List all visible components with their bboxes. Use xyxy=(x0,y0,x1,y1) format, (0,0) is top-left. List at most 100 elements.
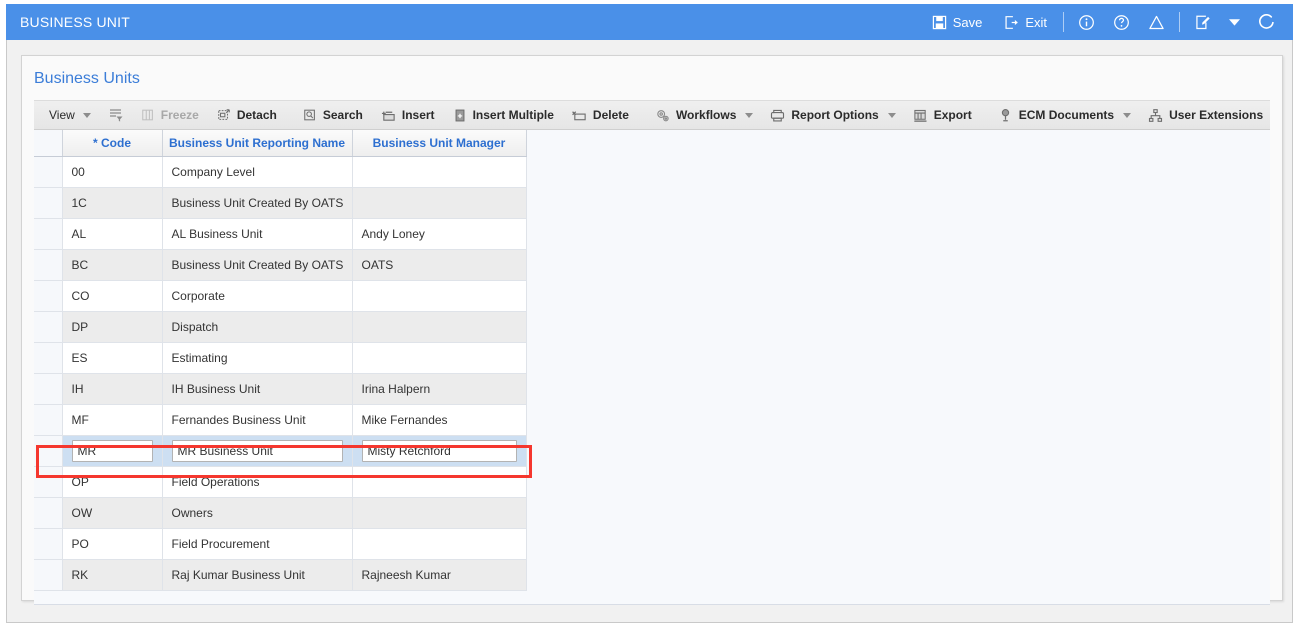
table-row[interactable]: ES Estimating xyxy=(34,342,526,373)
cell-code[interactable]: 1C xyxy=(62,187,162,218)
table-row[interactable]: DP Dispatch xyxy=(34,311,526,342)
table-row[interactable]: 1C Business Unit Created By OATS xyxy=(34,187,526,218)
cell-name[interactable]: Field Operations xyxy=(162,466,352,497)
table-row[interactable]: RK Raj Kumar Business Unit Rajneesh Kuma… xyxy=(34,559,526,590)
cell-manager[interactable] xyxy=(352,528,526,559)
table-row[interactable]: BC Business Unit Created By OATS OATS xyxy=(34,249,526,280)
cell-manager-editing[interactable] xyxy=(352,435,526,466)
row-selector-cell[interactable] xyxy=(34,280,62,311)
cell-manager[interactable] xyxy=(352,466,526,497)
cell-name[interactable]: Business Unit Created By OATS xyxy=(162,187,352,218)
cell-name[interactable]: Company Level xyxy=(162,156,352,187)
ecm-documents-button[interactable]: ECM Documents xyxy=(989,102,1123,128)
detach-button[interactable]: Detach xyxy=(208,102,286,128)
cell-code[interactable]: AL xyxy=(62,218,162,249)
row-selector-cell[interactable] xyxy=(34,218,62,249)
refresh-button[interactable] xyxy=(1249,4,1285,40)
row-selector-cell[interactable] xyxy=(34,435,62,466)
table-row[interactable]: IH IH Business Unit Irina Halpern xyxy=(34,373,526,404)
table-row[interactable]: CO Corporate xyxy=(34,280,526,311)
query-by-example-button[interactable] xyxy=(108,102,124,128)
table-row[interactable]: AL AL Business Unit Andy Loney xyxy=(34,218,526,249)
cell-code[interactable]: IH xyxy=(62,373,162,404)
cell-manager[interactable] xyxy=(352,280,526,311)
ecm-documents-dropdown[interactable] xyxy=(1123,102,1131,128)
cell-code[interactable]: BC xyxy=(62,249,162,280)
workflows-dropdown[interactable] xyxy=(745,102,753,128)
table-row[interactable]: OP Field Operations xyxy=(34,466,526,497)
info-button[interactable] xyxy=(1069,4,1104,40)
cell-name[interactable]: Business Unit Created By OATS xyxy=(162,249,352,280)
cell-manager[interactable] xyxy=(352,342,526,373)
cell-name[interactable]: Raj Kumar Business Unit xyxy=(162,559,352,590)
insert-button[interactable]: Insert xyxy=(372,102,444,128)
cell-code[interactable]: RK xyxy=(62,559,162,590)
cell-code[interactable]: OP xyxy=(62,466,162,497)
warning-button[interactable] xyxy=(1139,4,1174,40)
cell-manager[interactable]: OATS xyxy=(352,249,526,280)
cell-manager[interactable] xyxy=(352,497,526,528)
save-icon xyxy=(932,15,947,30)
delete-button[interactable]: Delete xyxy=(563,102,638,128)
column-header-manager[interactable]: Business Unit Manager xyxy=(352,130,526,156)
cell-code-editing[interactable] xyxy=(62,435,162,466)
row-selector-cell[interactable] xyxy=(34,559,62,590)
report-options-dropdown[interactable] xyxy=(888,102,896,128)
cell-manager[interactable] xyxy=(352,187,526,218)
row-selector-cell[interactable] xyxy=(34,311,62,342)
help-button[interactable] xyxy=(1104,4,1139,40)
edit-note-dropdown[interactable] xyxy=(1220,4,1249,40)
cell-manager[interactable]: Andy Loney xyxy=(352,218,526,249)
row-selector-cell[interactable] xyxy=(34,466,62,497)
table-row[interactable]: 00 Company Level xyxy=(34,156,526,187)
row-selector-cell[interactable] xyxy=(34,528,62,559)
row-selector-cell[interactable] xyxy=(34,156,62,187)
table-row[interactable]: PO Field Procurement xyxy=(34,528,526,559)
cell-code[interactable]: MF xyxy=(62,404,162,435)
view-menu-button[interactable]: View xyxy=(40,102,100,128)
table-row[interactable]: MF Fernandes Business Unit Mike Fernande… xyxy=(34,404,526,435)
cell-name[interactable]: IH Business Unit xyxy=(162,373,352,404)
row-selector-cell[interactable] xyxy=(34,497,62,528)
row-selector-cell[interactable] xyxy=(34,404,62,435)
column-header-code[interactable]: * Code xyxy=(62,130,162,156)
insert-multiple-button[interactable]: Insert Multiple xyxy=(444,102,563,128)
code-input[interactable] xyxy=(72,440,153,462)
cell-name[interactable]: Field Procurement xyxy=(162,528,352,559)
cell-code[interactable]: OW xyxy=(62,497,162,528)
manager-input[interactable] xyxy=(362,440,517,462)
cell-code[interactable]: ES xyxy=(62,342,162,373)
cell-manager[interactable] xyxy=(352,311,526,342)
search-button[interactable]: Search xyxy=(294,102,372,128)
cell-name[interactable]: AL Business Unit xyxy=(162,218,352,249)
cell-name[interactable]: Estimating xyxy=(162,342,352,373)
table-row-selected[interactable] xyxy=(34,435,526,466)
cell-name[interactable]: Owners xyxy=(162,497,352,528)
row-selector-cell[interactable] xyxy=(34,187,62,218)
report-options-button[interactable]: Report Options xyxy=(761,102,887,128)
user-extensions-button[interactable]: User Extensions xyxy=(1139,102,1272,128)
cell-name[interactable]: Fernandes Business Unit xyxy=(162,404,352,435)
table-row[interactable]: OW Owners xyxy=(34,497,526,528)
cell-code[interactable]: DP xyxy=(62,311,162,342)
cell-manager[interactable]: Irina Halpern xyxy=(352,373,526,404)
cell-code[interactable]: PO xyxy=(62,528,162,559)
row-selector-cell[interactable] xyxy=(34,342,62,373)
cell-manager[interactable]: Mike Fernandes xyxy=(352,404,526,435)
cell-code[interactable]: CO xyxy=(62,280,162,311)
row-selector-cell[interactable] xyxy=(34,249,62,280)
workflows-button[interactable]: Workflows xyxy=(646,102,745,128)
cell-name[interactable]: Corporate xyxy=(162,280,352,311)
edit-note-button[interactable] xyxy=(1185,4,1220,40)
cell-manager[interactable] xyxy=(352,156,526,187)
row-selector-cell[interactable] xyxy=(34,373,62,404)
cell-name-editing[interactable] xyxy=(162,435,352,466)
save-button[interactable]: Save xyxy=(921,4,994,40)
reporting-name-input[interactable] xyxy=(172,440,343,462)
cell-name[interactable]: Dispatch xyxy=(162,311,352,342)
cell-code[interactable]: 00 xyxy=(62,156,162,187)
exit-button[interactable]: Exit xyxy=(993,4,1058,40)
export-button[interactable]: Export xyxy=(904,102,981,128)
column-header-name[interactable]: Business Unit Reporting Name xyxy=(162,130,352,156)
cell-manager[interactable]: Rajneesh Kumar xyxy=(352,559,526,590)
